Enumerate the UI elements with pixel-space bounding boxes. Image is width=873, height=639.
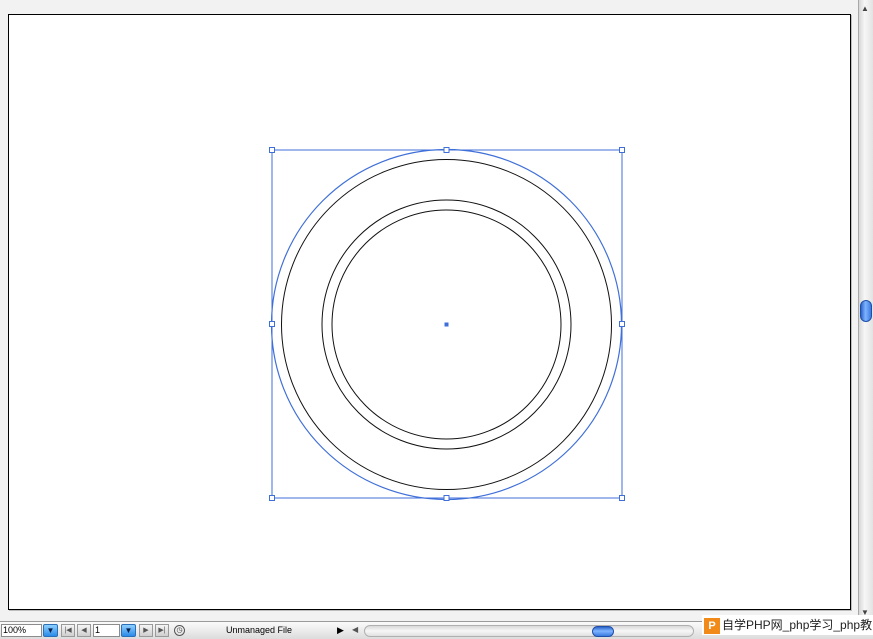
- handle-top-left[interactable]: [269, 147, 275, 153]
- watermark-logo: P: [704, 617, 720, 634]
- triangle-right-icon[interactable]: ▶: [337, 625, 344, 636]
- chevron-down-icon: ▼: [124, 626, 133, 635]
- horizontal-scrollbar[interactable]: [364, 625, 694, 637]
- clock-icon: ◷: [174, 625, 185, 636]
- previous-page-icon: ◀: [81, 627, 87, 634]
- status-text: Unmanaged File: [226, 625, 293, 635]
- handle-top-right[interactable]: [619, 147, 625, 153]
- first-page-button[interactable]: |◀: [61, 624, 75, 637]
- page-dropdown-button[interactable]: ▼: [121, 624, 136, 637]
- zoom-level-field[interactable]: 100%: [1, 624, 42, 637]
- last-page-button[interactable]: ▶|: [155, 624, 169, 637]
- arrow-up-icon[interactable]: ▲: [861, 4, 869, 13]
- canvas-artwork[interactable]: [0, 0, 858, 621]
- watermark-text: 自学PHP网_php学习_php教: [722, 618, 873, 632]
- handle-bottom-left[interactable]: [269, 495, 275, 501]
- handle-middle-left[interactable]: [269, 321, 275, 327]
- next-page-button[interactable]: ▶: [139, 624, 153, 637]
- handle-bottom-center[interactable]: [443, 495, 450, 501]
- handle-bottom-right[interactable]: [619, 495, 625, 501]
- watermark: P 自学PHP网_php学习_php教: [702, 615, 873, 635]
- horizontal-scroll-thumb[interactable]: [592, 626, 614, 637]
- vertical-scrollbar[interactable]: ▲ ▼: [858, 0, 873, 621]
- handle-top-center[interactable]: [443, 147, 450, 153]
- handle-middle-right[interactable]: [619, 321, 625, 327]
- previous-page-button[interactable]: ◀: [77, 624, 91, 637]
- center-point: [444, 322, 449, 327]
- page-number-field[interactable]: 1: [93, 624, 120, 637]
- zoom-dropdown-button[interactable]: ▼: [43, 624, 58, 637]
- vertical-scroll-thumb[interactable]: [860, 300, 872, 322]
- last-page-icon: ▶|: [158, 627, 166, 634]
- chevron-down-icon: ▼: [46, 626, 55, 635]
- arrow-left-icon[interactable]: ◀: [352, 625, 358, 634]
- first-page-icon: |◀: [64, 627, 72, 634]
- next-page-icon: ▶: [143, 627, 149, 634]
